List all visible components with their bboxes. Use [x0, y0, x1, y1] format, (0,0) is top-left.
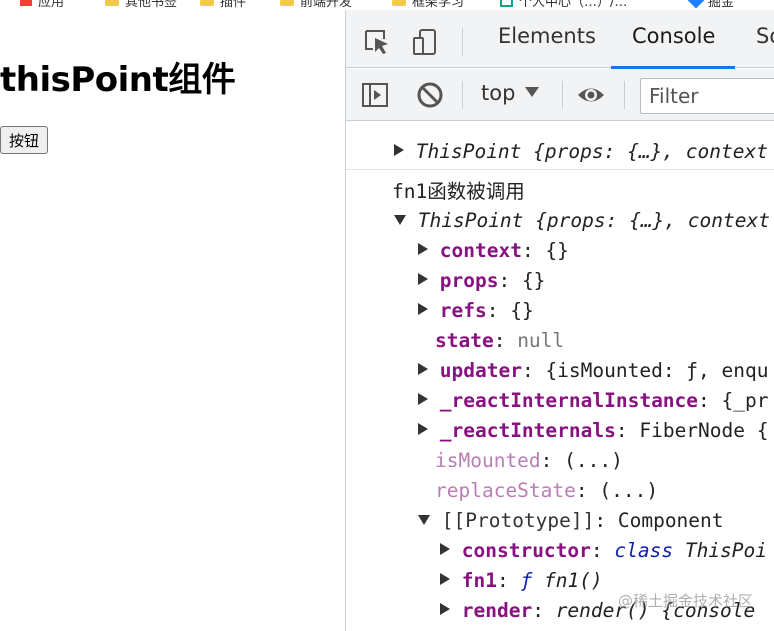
expand-arrow-icon[interactable]	[418, 243, 428, 255]
context-selector[interactable]: top	[481, 81, 540, 105]
inspect-element-icon[interactable]	[362, 27, 392, 57]
prop-row-getter[interactable]: isMounted: (...)	[435, 446, 623, 476]
log-separator	[346, 169, 774, 170]
live-expression-eye-icon[interactable]	[576, 80, 606, 110]
folder-icon	[392, 0, 406, 6]
expand-arrow-icon[interactable]	[418, 363, 428, 375]
tab-console[interactable]: Console	[632, 24, 715, 48]
filter-input[interactable]	[640, 78, 774, 114]
expand-arrow-icon[interactable]	[440, 603, 450, 615]
console-toolbar: top	[346, 69, 774, 121]
expand-arrow-icon[interactable]	[418, 423, 428, 435]
toolbar-divider	[562, 81, 563, 109]
bookmark-link[interactable]: 个人中心（…）/…	[500, 0, 627, 10]
expand-arrow-icon[interactable]	[418, 393, 428, 405]
dropdown-arrow-icon	[525, 87, 540, 97]
prop-row[interactable]: _reactInternals: FiberNode {	[418, 416, 768, 446]
apps-icon	[20, 0, 32, 6]
console-output: ThisPoint {props: {…}, context fn1函数被调用 …	[346, 121, 774, 631]
collapse-arrow-icon[interactable]	[394, 215, 406, 225]
page-button[interactable]: 按钮	[0, 126, 49, 154]
sidebar-toggle-icon[interactable]	[360, 80, 390, 110]
prototype-row[interactable]: [[Prototype]]: Component	[418, 506, 724, 536]
expand-arrow-icon[interactable]	[440, 573, 450, 585]
bookmark-folder[interactable]: 其他书签	[105, 0, 177, 10]
watermark: @稀土掘金技术社区	[618, 592, 754, 610]
devtools-tabbar: Elements Console Sources	[346, 10, 774, 69]
expand-arrow-icon[interactable]	[394, 144, 404, 156]
devtools-panel: Elements Console Sources top ThisPoint {…	[345, 10, 774, 631]
tab-elements[interactable]: Elements	[498, 24, 596, 48]
clear-console-icon[interactable]	[415, 80, 445, 110]
proto-row[interactable]: fn1: ƒ fn1()	[440, 566, 603, 596]
log-entry-collapsed[interactable]: ThisPoint {props: {…}, context	[394, 137, 768, 167]
proto-row-getter[interactable]: isMounted: (...)	[457, 626, 645, 631]
prop-row-getter[interactable]: replaceState: (...)	[435, 476, 658, 506]
prop-row[interactable]: _reactInternalInstance: {_pr	[418, 386, 768, 416]
prop-row[interactable]: props: {}	[418, 266, 545, 296]
device-toolbar-icon[interactable]	[410, 27, 440, 57]
folder-icon	[280, 0, 294, 6]
bookmark-link[interactable]: 掘金	[687, 0, 734, 10]
folder-icon	[200, 0, 214, 6]
expand-arrow-icon[interactable]	[418, 303, 428, 315]
tab-sources[interactable]: Sources	[756, 24, 774, 48]
prop-row: state: null	[435, 329, 565, 352]
log-message: fn1函数被调用	[392, 180, 525, 203]
page-heading: thisPoint组件	[0, 60, 236, 100]
toolbar-divider	[462, 81, 463, 109]
bookmarks-bar: 应用 其他书签 插件 前端开发 框架学习 个人中心（…）/… 掘金	[0, 0, 774, 10]
bookmark-apps[interactable]: 应用	[20, 0, 64, 10]
toolbar-divider	[624, 81, 625, 109]
proto-row[interactable]: constructor: class ThisPoi	[440, 536, 767, 566]
page-viewport: thisPoint组件 按钮	[0, 10, 345, 631]
expand-arrow-icon[interactable]	[440, 543, 450, 555]
expand-arrow-icon[interactable]	[418, 273, 428, 285]
bookmark-folder[interactable]: 框架学习	[392, 0, 464, 10]
collapse-arrow-icon[interactable]	[418, 515, 430, 525]
prop-row[interactable]: updater: {isMounted: ƒ, enqu	[418, 356, 768, 386]
prop-row[interactable]: context: {}	[418, 236, 569, 266]
bookmark-folder[interactable]: 插件	[200, 0, 246, 10]
site-icon	[500, 0, 513, 7]
folder-icon	[105, 0, 119, 6]
log-entry-expanded[interactable]: ThisPoint {props: {…}, context	[394, 206, 770, 236]
juejin-icon	[687, 0, 705, 9]
bookmark-folder[interactable]: 前端开发	[280, 0, 352, 10]
prop-row[interactable]: refs: {}	[418, 296, 534, 326]
toolbar-divider	[462, 28, 463, 56]
